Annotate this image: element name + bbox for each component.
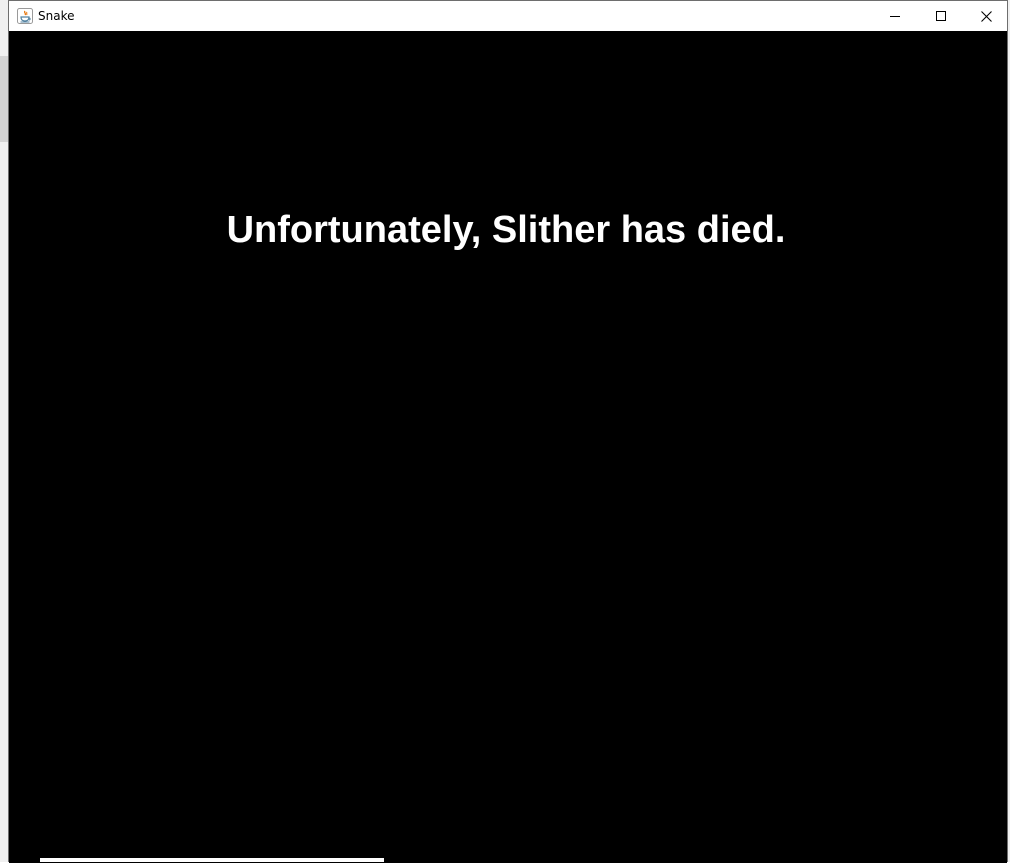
title-bar[interactable]: Snake [9,1,1007,31]
close-icon [980,10,992,22]
snake-window: Snake Unfortunately, Slither has died. [8,0,1008,863]
minimize-button[interactable] [872,1,918,31]
game-canvas[interactable]: Unfortunately, Slither has died. [9,31,1007,863]
game-over-message: Unfortunately, Slither has died. [226,209,786,251]
taskbar-edge [40,858,384,862]
background-window-edge [0,56,8,142]
maximize-icon [936,11,946,21]
close-button[interactable] [963,1,1009,31]
window-title: Snake [38,9,75,23]
desktop-background-left [0,0,8,862]
java-icon[interactable] [17,8,33,24]
minimize-icon [890,16,900,17]
maximize-button[interactable] [918,1,964,31]
